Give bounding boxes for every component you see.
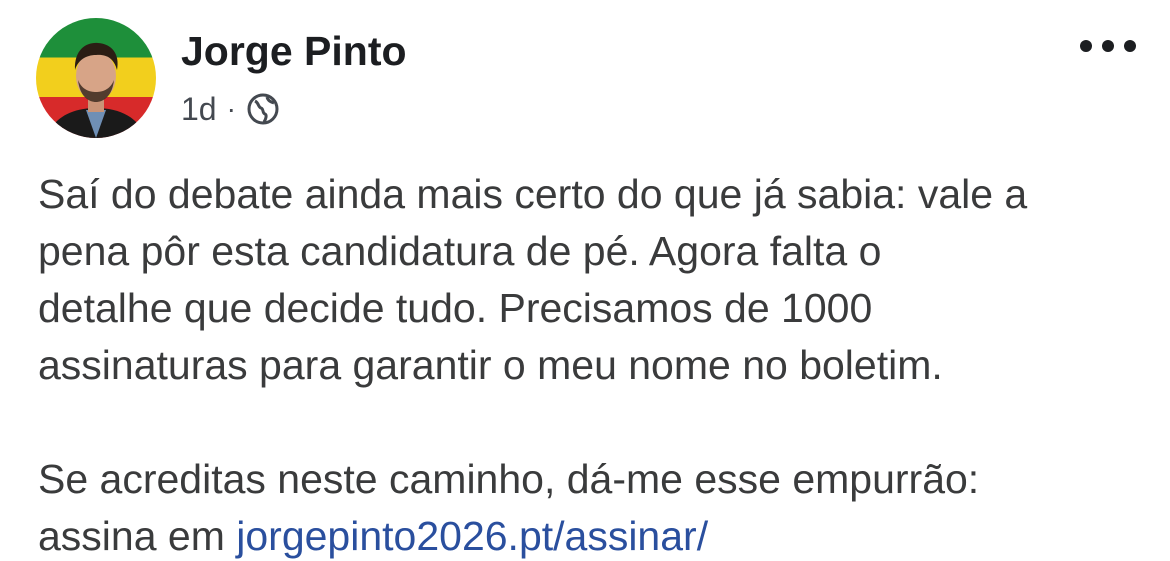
avatar[interactable]: [36, 18, 156, 138]
post-meta: 1d ·: [181, 89, 280, 129]
post-link-line: assina em jorgepinto2026.pt/assinar/: [38, 508, 1158, 561]
post-timestamp[interactable]: 1d: [181, 91, 217, 128]
post-text-line: detalhe que decide tudo. Precisamos de 1…: [38, 285, 873, 331]
link-prefix: assina em: [38, 513, 237, 559]
post-text-line: Saí do debate ainda mais certo do que já…: [38, 171, 1028, 217]
more-options-icon[interactable]: [1080, 34, 1136, 58]
meta-separator: ·: [226, 93, 236, 124]
signature-link[interactable]: jorgepinto2026.pt/assinar/: [236, 513, 708, 559]
author-name[interactable]: Jorge Pinto: [181, 28, 407, 75]
globe-icon[interactable]: [246, 92, 280, 126]
more-dot: [1102, 40, 1114, 52]
post-text: Saí do debate ainda mais certo do que já…: [38, 166, 1158, 561]
profile-photo: [46, 42, 146, 138]
more-dot: [1080, 40, 1092, 52]
post-text-line: pena pôr esta candidatura de pé. Agora f…: [38, 228, 882, 274]
post-text-line: assinaturas para garantir o meu nome no …: [38, 342, 943, 388]
facebook-post: Jorge Pinto 1d · Saí do debate ainda mai…: [0, 0, 1170, 561]
post-text-line: Se acreditas neste caminho, dá-me esse e…: [38, 456, 980, 502]
more-dot: [1124, 40, 1136, 52]
